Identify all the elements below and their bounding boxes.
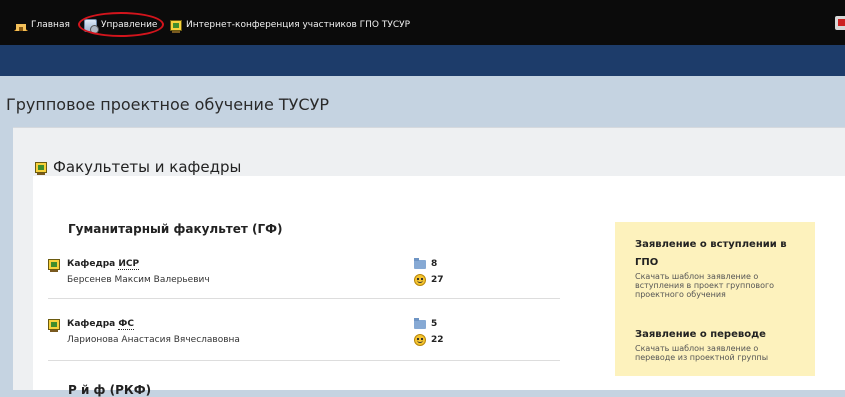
department-name: Кафедра ИСР [67, 259, 140, 270]
transfer-title[interactable]: Заявление о переводе [635, 326, 795, 344]
folder-icon [414, 257, 426, 269]
logout-icon[interactable] [835, 16, 845, 30]
nav-conference[interactable]: Интернет-конференция участников ГПО ТУСУ… [170, 17, 410, 33]
smiley-icon [414, 334, 426, 346]
section-title: Факультеты и кафедры [53, 158, 242, 176]
apply-title[interactable]: Заявление о вступлении в ГПО [635, 236, 795, 272]
nav-conference-label: Интернет-конференция участников ГПО ТУСУ… [186, 20, 411, 30]
next-faculty-title: Р й ф (РКФ) [68, 383, 152, 397]
board-icon [170, 19, 182, 33]
board-icon [48, 259, 60, 272]
divider [48, 360, 560, 361]
department-link[interactable]: ФС [118, 319, 134, 330]
department-head: Берсенев Максим Валерьевич [67, 275, 210, 285]
divider [48, 298, 560, 299]
department-row: Кафедра ИСР Берсенев Максим Валерьевич 8… [48, 256, 478, 290]
top-navigation-bar: Главная Управление Интернет-конференция … [0, 0, 845, 45]
students-count: 27 [414, 274, 444, 286]
nav-home-label: Главная [31, 20, 70, 30]
transfer-download-box[interactable]: Заявление о переводе Скачать шаблон заяв… [615, 318, 815, 376]
department-name: Кафедра ФС [67, 319, 134, 330]
header-band [0, 45, 845, 76]
section-heading: Факультеты и кафедры [35, 158, 241, 176]
projects-count: 8 [414, 257, 437, 269]
home-icon [14, 14, 28, 32]
page-title: Групповое проектное обучение ТУСУР [6, 95, 329, 114]
smiley-icon [414, 274, 426, 286]
highlight-annotation [78, 12, 164, 37]
folder-icon [414, 317, 426, 329]
board-icon [35, 161, 47, 175]
apply-description: Скачать шаблон заявление о вступления в … [635, 272, 775, 299]
department-row: Кафедра ФС Ларионова Анастасия Вячеславо… [48, 316, 478, 350]
projects-count: 5 [414, 317, 437, 329]
faculty-title: Гуманитарный факультет (ГФ) [68, 222, 283, 236]
apply-download-box[interactable]: Заявление о вступлении в ГПО Скачать шаб… [615, 222, 815, 318]
board-icon [48, 319, 60, 332]
department-head: Ларионова Анастасия Вячеславовна [67, 335, 240, 345]
transfer-description: Скачать шаблон заявление о переводе из п… [635, 344, 769, 362]
nav-home[interactable]: Главная [14, 14, 70, 33]
students-count: 22 [414, 334, 444, 346]
department-link[interactable]: ИСР [118, 259, 140, 270]
